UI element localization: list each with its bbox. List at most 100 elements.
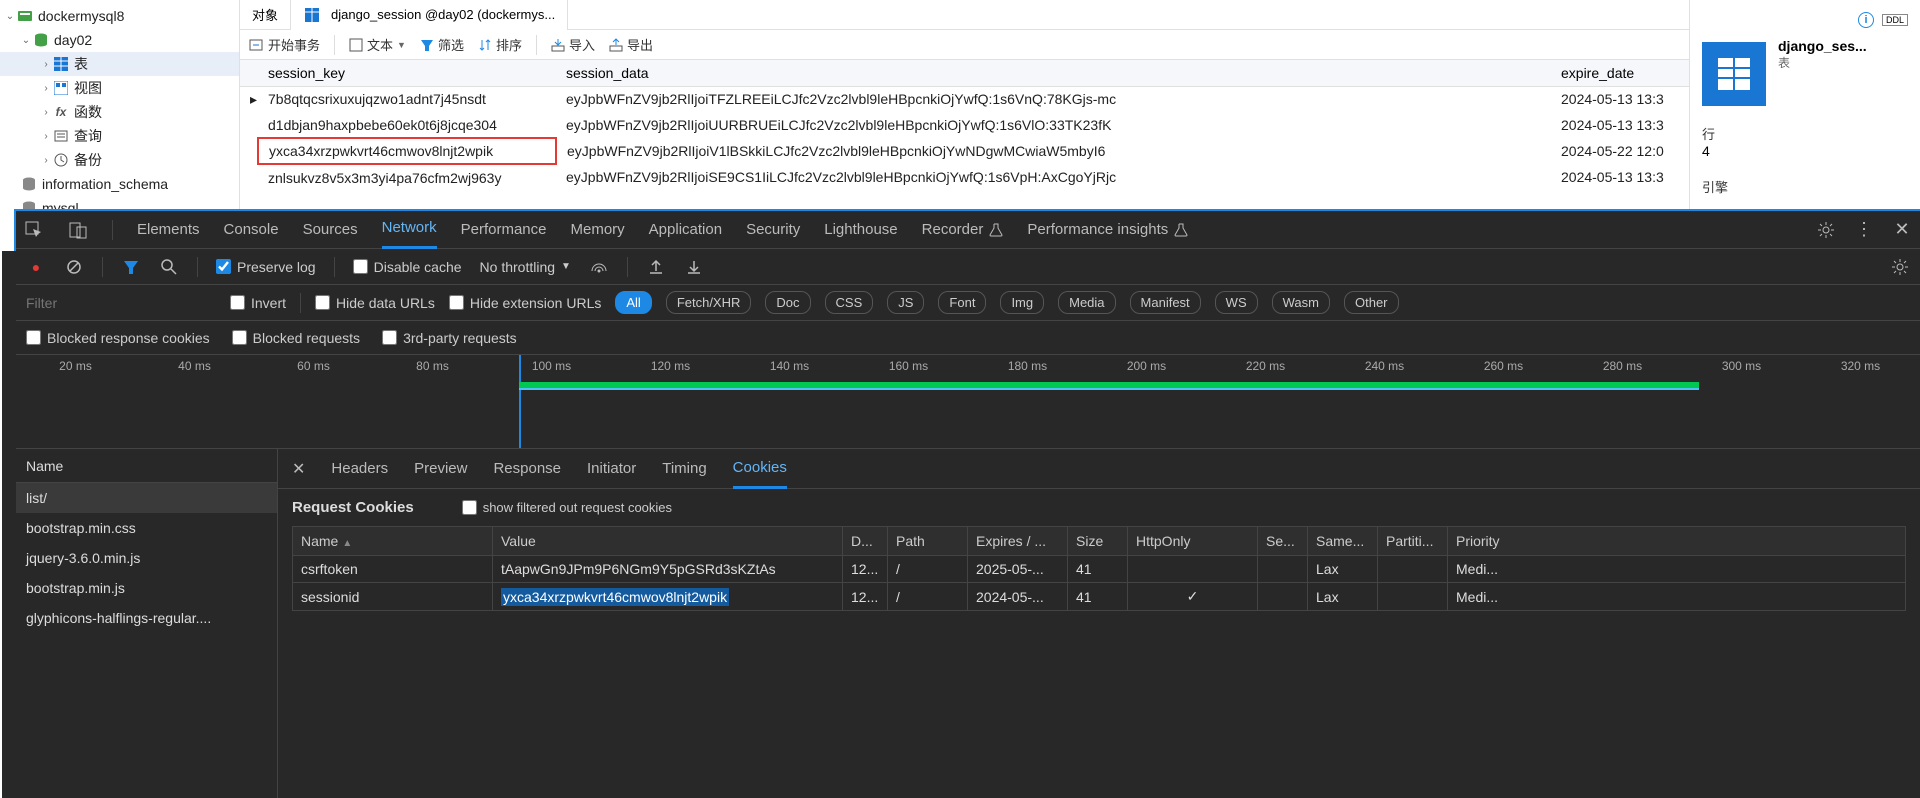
devtools-tab-performance[interactable]: Performance [461,221,547,238]
cell-session-data[interactable]: eyJpbWFnZV9jb2RlIjoiSE9CS1IiLCJfc2Vzc2lv… [556,164,1551,190]
filter-input[interactable] [26,295,216,311]
settings-icon[interactable] [1816,220,1836,240]
request-item[interactable]: jquery-3.6.0.min.js [16,543,277,573]
cell-session-key[interactable]: znlsukvz8v5x3m3yi4pa76cfm2wj963y [258,164,556,190]
cell-session-key[interactable]: 7b8qtqcsrixuxujqzwo1adnt7j45nsdt [258,86,556,112]
cell-expire-date[interactable]: 2024-05-22 12:0 [1551,138,1689,164]
filter-button[interactable]: 筛选 [420,35,464,54]
upload-har-icon[interactable] [646,257,666,277]
col-expire-date[interactable]: expire_date [1551,60,1689,86]
cookie-col-header[interactable]: Partiti... [1378,527,1448,556]
devtools-tab-network[interactable]: Network [382,211,437,249]
disable-cache-checkbox[interactable]: Disable cache [353,259,462,275]
tab-session[interactable]: django_session @day02 (dockermys... [291,0,568,30]
chip-ws[interactable]: WS [1215,291,1258,314]
devtools-tab-lighthouse[interactable]: Lighthouse [824,221,897,238]
cell-session-key[interactable]: yxca34xrzpwkvrt46cmwov8lnjt2wpik [258,138,556,164]
col-session-key[interactable]: session_key [258,60,556,86]
cookie-col-header[interactable]: Same... [1308,527,1378,556]
table-row[interactable]: d1dbjan9haxpbebe60ek0t6j8jcqe304eyJpbWFn… [240,112,1689,138]
invert-checkbox[interactable]: Invert [230,295,286,311]
info-icon[interactable]: i [1858,12,1874,28]
cookie-cell[interactable]: 2025-05-... [968,556,1068,583]
cookie-cell[interactable]: ✓ [1128,583,1258,611]
tree-database[interactable]: ⌄ day02 [0,28,239,52]
cookie-row[interactable]: csrftokentAapwGn9JPm9P6NGm9Y5pGSRd3sKZtA… [293,556,1906,583]
cookie-cell[interactable] [1378,556,1448,583]
throttling-select[interactable]: No throttling ▼ [480,259,571,275]
cookie-cell[interactable]: Lax [1308,583,1378,611]
hide-extension-urls-checkbox[interactable]: Hide extension URLs [449,295,602,311]
chip-font[interactable]: Font [938,291,986,314]
record-icon[interactable]: ● [26,257,46,277]
cell-session-key[interactable]: d1dbjan9haxpbebe60ek0t6j8jcqe304 [258,112,556,138]
cookie-col-header[interactable]: Size [1068,527,1128,556]
detail-tab-response[interactable]: Response [493,449,561,489]
ddl-button[interactable]: DDL [1882,14,1908,26]
tree-backups[interactable]: › 备份 [0,148,239,172]
hide-data-urls-checkbox[interactable]: Hide data URLs [315,295,435,311]
sort-button[interactable]: 排序 [478,35,522,54]
cell-expire-date[interactable]: 2024-05-13 13:3 [1551,112,1689,138]
chip-wasm[interactable]: Wasm [1272,291,1330,314]
chip-media[interactable]: Media [1058,291,1115,314]
cell-expire-date[interactable]: 2024-05-13 13:3 [1551,164,1689,190]
detail-tab-cookies[interactable]: Cookies [733,449,787,489]
detail-tab-initiator[interactable]: Initiator [587,449,636,489]
cookies-table[interactable]: Name▲ValueD...PathExpires / ...SizeHttpO… [292,526,1906,611]
tree-other-db-0[interactable]: information_schema [0,172,239,196]
col-session-data[interactable]: session_data [556,60,1551,86]
request-list-header[interactable]: Name [16,449,277,483]
cookie-col-header[interactable]: HttpOnly [1128,527,1258,556]
blocked-response-cookies-checkbox[interactable]: Blocked response cookies [26,330,210,346]
cookie-cell[interactable]: Lax [1308,556,1378,583]
cell-session-data[interactable]: eyJpbWFnZV9jb2RlIjoiV1lBSkkiLCJfc2Vzc2lv… [556,138,1551,164]
cookie-col-header[interactable]: Priority [1448,527,1906,556]
clear-icon[interactable] [64,257,84,277]
settings-icon[interactable] [1890,257,1910,277]
devtools-tab-console[interactable]: Console [224,221,279,238]
cookie-cell[interactable]: / [888,556,968,583]
chip-js[interactable]: JS [887,291,924,314]
detail-tab-timing[interactable]: Timing [662,449,706,489]
chip-img[interactable]: Img [1000,291,1044,314]
cookie-cell[interactable]: 2024-05-... [968,583,1068,611]
tree-tables[interactable]: › 表 [0,52,239,76]
detail-tab-headers[interactable]: Headers [331,449,388,489]
cookie-col-header[interactable]: D... [843,527,888,556]
cookie-cell[interactable]: yxca34xrzpwkvrt46cmwov8lnjt2wpik [493,583,843,611]
filter-toggle-icon[interactable] [121,257,141,277]
tree-queries[interactable]: › 查询 [0,124,239,148]
chip-doc[interactable]: Doc [765,291,810,314]
search-icon[interactable] [159,257,179,277]
cookie-cell[interactable] [1258,556,1308,583]
blocked-requests-checkbox[interactable]: Blocked requests [232,330,360,346]
cookie-cell[interactable]: 12... [843,583,888,611]
close-icon[interactable]: ✕ [1892,220,1912,240]
cookie-cell[interactable]: tAapwGn9JPm9P6NGm9Y5pGSRd3sKZtAs [493,556,843,583]
request-item[interactable]: glyphicons-halflings-regular.... [16,603,277,633]
devtools-tab-security[interactable]: Security [746,221,800,238]
cookie-cell[interactable] [1258,583,1308,611]
devtools-tab-sources[interactable]: Sources [303,221,358,238]
tree-views[interactable]: › 视图 [0,76,239,100]
chip-manifest[interactable]: Manifest [1130,291,1201,314]
inspect-element-icon[interactable] [24,220,44,240]
devtools-tab-memory[interactable]: Memory [571,221,625,238]
devtools-tab-elements[interactable]: Elements [137,221,200,238]
device-toggle-icon[interactable] [68,220,88,240]
tab-objects[interactable]: 对象 [240,0,291,30]
cookie-col-header[interactable]: Value [493,527,843,556]
cookie-cell[interactable]: Medi... [1448,583,1906,611]
cell-session-data[interactable]: eyJpbWFnZV9jb2RlIjoiTFZLREEiLCJfc2Vzc2lv… [556,86,1551,112]
cell-expire-date[interactable]: 2024-05-13 13:3 [1551,86,1689,112]
cookie-cell[interactable] [1128,556,1258,583]
begin-transaction-button[interactable]: 开始事务 [248,35,320,54]
cookie-cell[interactable]: 41 [1068,556,1128,583]
show-filtered-checkbox[interactable]: show filtered out request cookies [462,500,672,515]
cookie-row[interactable]: sessionidyxca34xrzpwkvrt46cmwov8lnjt2wpi… [293,583,1906,611]
devtools-tab-application[interactable]: Application [649,221,722,238]
cookie-cell[interactable]: csrftoken [293,556,493,583]
table-row[interactable]: yxca34xrzpwkvrt46cmwov8lnjt2wpikeyJpbWFn… [240,138,1689,164]
devtools-tab-performance-insights[interactable]: Performance insights [1027,221,1188,238]
